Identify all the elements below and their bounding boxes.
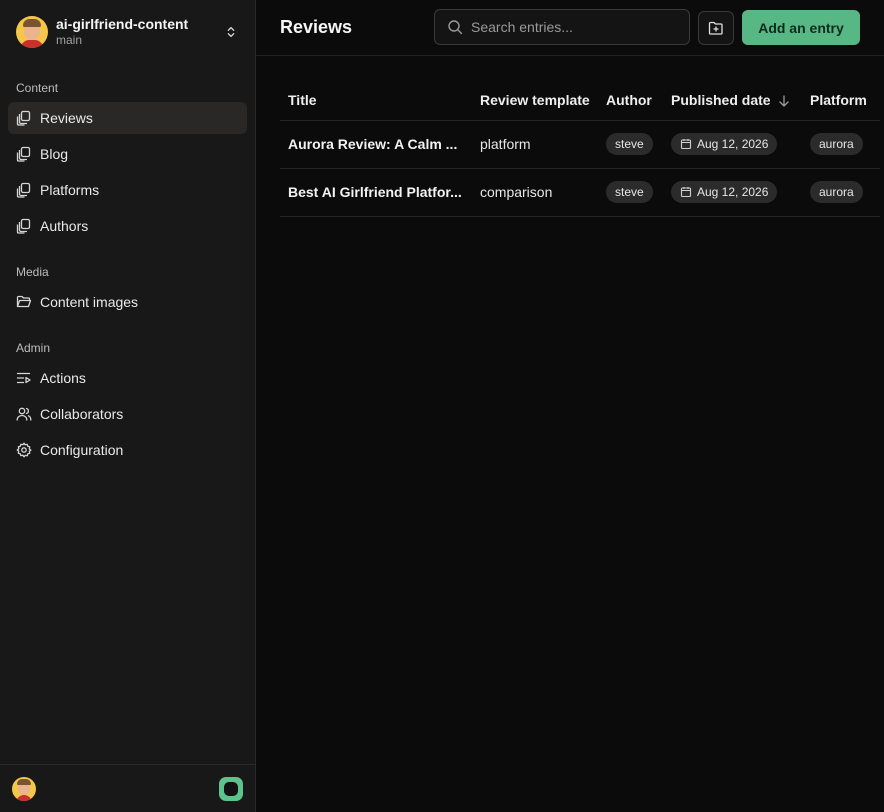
sidebar-footer — [0, 764, 255, 812]
chevron-up-down-icon[interactable] — [223, 24, 239, 40]
admin-nav: Actions Collaborators Configuration — [0, 362, 255, 470]
app-logo-icon[interactable] — [219, 776, 243, 801]
entry-date-cell: Aug 12, 2026 — [663, 120, 802, 169]
collection-icon — [16, 182, 32, 198]
column-header-review-template[interactable]: Review template — [472, 80, 598, 121]
calendar-icon — [680, 186, 692, 198]
platform-badge: aurora — [810, 181, 863, 203]
sidebar-item-actions[interactable]: Actions — [8, 362, 247, 394]
gear-icon — [16, 442, 32, 458]
entry-title[interactable]: Aurora Review: A Calm ... — [280, 120, 472, 169]
entry-date-cell: Aug 12, 2026 — [663, 168, 802, 217]
sidebar-item-label: Blog — [40, 146, 69, 162]
repo-name: ai-girlfriend-content — [56, 16, 189, 32]
sidebar-item-label: Configuration — [40, 442, 124, 458]
table-header-row: Title Review template Author Published d… — [280, 80, 880, 121]
author-badge: steve — [606, 133, 653, 155]
sidebar-item-blog[interactable]: Blog — [8, 138, 247, 170]
topbar: Reviews Add an entry — [256, 0, 884, 56]
page-title: Reviews — [280, 17, 353, 37]
column-header-platform[interactable]: Platform — [802, 80, 880, 121]
entry-platform-cell: aurora — [802, 120, 880, 169]
search-icon — [447, 19, 463, 35]
sidebar-item-label: Collaborators — [40, 406, 124, 422]
column-header-label: Published date — [671, 91, 771, 108]
entry-author-cell: steve — [598, 120, 663, 169]
calendar-icon — [680, 138, 692, 150]
sidebar-item-platforms[interactable]: Platforms — [8, 174, 247, 206]
date-text: Aug 12, 2026 — [697, 137, 769, 151]
media-nav: Content images — [0, 286, 255, 322]
section-label-media: Media — [16, 265, 49, 279]
search-input[interactable] — [471, 19, 671, 35]
sidebar-item-collaborators[interactable]: Collaborators — [8, 398, 247, 430]
sidebar-item-configuration[interactable]: Configuration — [8, 434, 247, 466]
repo-avatar — [16, 16, 48, 48]
date-text: Aug 12, 2026 — [697, 185, 769, 199]
entry-template: comparison — [472, 168, 598, 217]
collection-icon — [16, 110, 32, 126]
user-avatar[interactable] — [12, 776, 36, 801]
sidebar-item-label: Platforms — [40, 182, 100, 198]
column-header-title[interactable]: Title — [280, 80, 472, 121]
entries-table: Title Review template Author Published d… — [280, 80, 880, 217]
search-box[interactable] — [434, 9, 690, 45]
main-panel: Reviews Add an entry — [256, 0, 884, 812]
date-badge: Aug 12, 2026 — [671, 181, 778, 203]
sidebar-item-authors[interactable]: Authors — [8, 210, 247, 242]
sidebar-item-reviews[interactable]: Reviews — [8, 102, 247, 134]
repo-switcher[interactable]: ai-girlfriend-content main — [0, 0, 255, 64]
sidebar-item-content-images[interactable]: Content images — [8, 286, 247, 318]
entry-title[interactable]: Best AI Girlfriend Platfor... — [280, 168, 472, 217]
sidebar-item-label: Authors — [40, 218, 89, 234]
app-root: ai-girlfriend-content main Content Revie… — [0, 0, 884, 812]
date-badge: Aug 12, 2026 — [671, 133, 778, 155]
entry-template: platform — [472, 120, 598, 169]
author-badge: steve — [606, 181, 653, 203]
collection-icon — [16, 218, 32, 234]
entry-author-cell: steve — [598, 168, 663, 217]
sidebar: ai-girlfriend-content main Content Revie… — [0, 0, 256, 812]
sort-descending-icon[interactable] — [777, 94, 791, 108]
new-folder-button[interactable] — [698, 11, 734, 45]
section-label-admin: Admin — [16, 341, 51, 355]
folder-plus-icon — [708, 20, 724, 36]
content-nav: Reviews Blog Platforms Authors — [0, 102, 255, 246]
sidebar-item-label: Actions — [40, 370, 86, 386]
sidebar-item-label: Reviews — [40, 110, 93, 126]
actions-icon — [16, 370, 32, 386]
collection-icon — [16, 146, 32, 162]
table-row[interactable]: Best AI Girlfriend Platfor... comparison… — [280, 168, 880, 217]
platform-badge: aurora — [810, 133, 863, 155]
section-label-content: Content — [16, 81, 59, 95]
users-icon — [16, 406, 32, 422]
column-header-author[interactable]: Author — [598, 80, 663, 121]
table-row[interactable]: Aurora Review: A Calm ... platform steve… — [280, 120, 880, 169]
repo-branch: main — [56, 33, 83, 47]
entry-platform-cell: aurora — [802, 168, 880, 217]
folder-open-icon — [16, 294, 32, 310]
sidebar-item-label: Content images — [40, 294, 139, 310]
add-entry-button[interactable]: Add an entry — [742, 10, 860, 45]
column-header-published-date[interactable]: Published date — [663, 80, 802, 121]
